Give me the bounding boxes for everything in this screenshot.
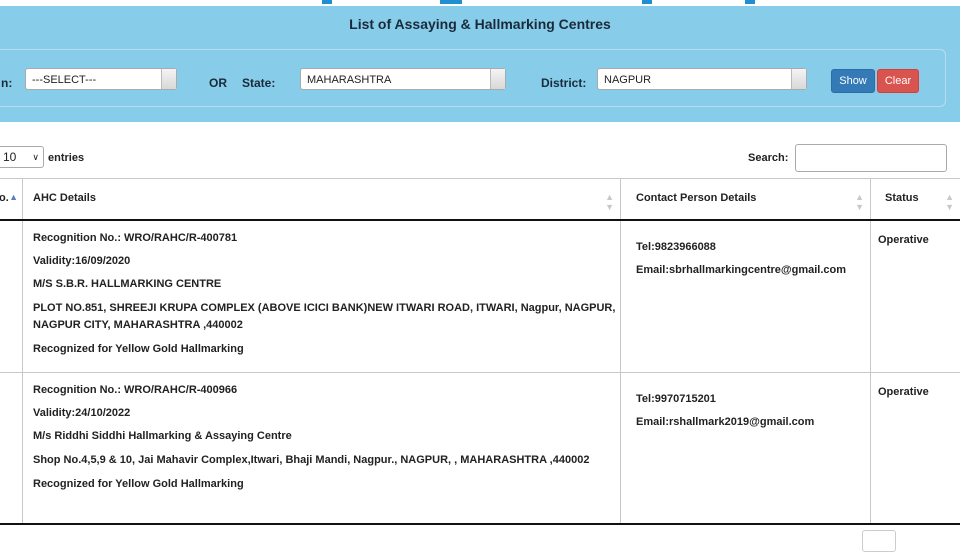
centre-address: Shop No.4,5,9 & 10, Jai Mahavir Complex,… xyxy=(33,452,620,469)
entries-length-select[interactable]: 10 ∨ xyxy=(0,146,44,168)
district-select[interactable]: NAGPUR xyxy=(597,68,807,90)
contact-cell: Tel:9823966088 Email:sbrhallmarkingcentr… xyxy=(621,220,871,372)
search-input[interactable] xyxy=(795,144,947,172)
recognition-type: Recognized for Yellow Gold Hallmarking xyxy=(33,477,620,492)
state-select-value: MAHARASHTRA xyxy=(307,74,391,86)
column-header-status[interactable]: Status ▲▼ xyxy=(871,179,960,221)
district-select-value: NAGPUR xyxy=(604,74,651,86)
chevron-down-icon xyxy=(791,69,806,89)
sort-icon: ▲▼ xyxy=(855,192,864,212)
table-row: Recognition No.: WRO/RAHC/R-400966 Valid… xyxy=(0,372,960,524)
state-label: State: xyxy=(242,76,275,90)
validity-date: Validity:24/10/2022 xyxy=(33,406,620,421)
ahc-details-cell: Recognition No.: WRO/RAHC/R-400781 Valid… xyxy=(23,220,621,372)
ahc-details-cell: Recognition No.: WRO/RAHC/R-400966 Valid… xyxy=(23,372,621,524)
status-cell: Operative xyxy=(871,220,960,372)
contact-cell: Tel:9970715201 Email:rshallmark2019@gmai… xyxy=(621,372,871,524)
chevron-down-icon: ∨ xyxy=(32,147,39,167)
ahc-table: o. ▲ AHC Details ▲▼ Contact Person Detai… xyxy=(0,178,960,525)
contact-email: Email:sbrhallmarkingcentre@gmail.com xyxy=(636,263,870,278)
chevron-down-icon xyxy=(490,69,505,89)
region-label: n: xyxy=(1,76,12,90)
or-label: OR xyxy=(209,76,227,90)
chevron-down-icon xyxy=(161,69,176,89)
filter-form: n: ---SELECT--- OR State: MAHARASHTRA Di… xyxy=(0,49,946,107)
entries-length-value: 10 xyxy=(3,150,16,164)
sno-cell xyxy=(0,220,23,372)
recognition-type: Recognized for Yellow Gold Hallmarking xyxy=(33,342,620,357)
contact-phone: Tel:9823966088 xyxy=(636,240,870,255)
entries-label: entries xyxy=(48,152,84,164)
validity-date: Validity:16/09/2020 xyxy=(33,254,620,269)
status-cell: Operative xyxy=(871,372,960,524)
column-header-label: AHC Details xyxy=(33,192,96,204)
column-header-label: Contact Person Details xyxy=(636,192,756,204)
column-header-ahc-details[interactable]: AHC Details ▲▼ xyxy=(23,179,621,221)
contact-email: Email:rshallmark2019@gmail.com xyxy=(636,415,870,430)
state-select[interactable]: MAHARASHTRA xyxy=(300,68,506,90)
sort-asc-icon: ▲ xyxy=(9,192,18,202)
recognition-number: Recognition No.: WRO/RAHC/R-400781 xyxy=(33,231,620,246)
column-header-label: o. xyxy=(0,192,9,204)
search-label: Search: xyxy=(748,152,788,164)
pagination-button[interactable] xyxy=(862,530,896,552)
sno-cell xyxy=(0,372,23,524)
centre-address: PLOT NO.851, SHREEJI KRUPA COMPLEX (ABOV… xyxy=(33,300,620,334)
district-label: District: xyxy=(541,76,586,90)
show-button[interactable]: Show xyxy=(831,69,875,93)
clear-button[interactable]: Clear xyxy=(877,69,919,93)
page-title: List of Assaying & Hallmarking Centres xyxy=(0,16,960,32)
sort-icon: ▲▼ xyxy=(605,192,614,212)
search-panel: List of Assaying & Hallmarking Centres n… xyxy=(0,6,960,122)
region-select[interactable]: ---SELECT--- xyxy=(25,68,177,90)
centre-name: M/S S.B.R. HALLMARKING CENTRE xyxy=(33,277,620,292)
recognition-number: Recognition No.: WRO/RAHC/R-400966 xyxy=(33,383,620,398)
contact-phone: Tel:9970715201 xyxy=(636,392,870,407)
column-header-contact[interactable]: Contact Person Details ▲▼ xyxy=(621,179,871,221)
region-select-value: ---SELECT--- xyxy=(32,74,96,86)
column-header-sno[interactable]: o. ▲ xyxy=(0,179,23,221)
column-header-label: Status xyxy=(885,192,919,204)
table-row: Recognition No.: WRO/RAHC/R-400781 Valid… xyxy=(0,220,960,372)
sort-icon: ▲▼ xyxy=(945,192,954,212)
centre-name: M/s Riddhi Siddhi Hallmarking & Assaying… xyxy=(33,429,620,444)
